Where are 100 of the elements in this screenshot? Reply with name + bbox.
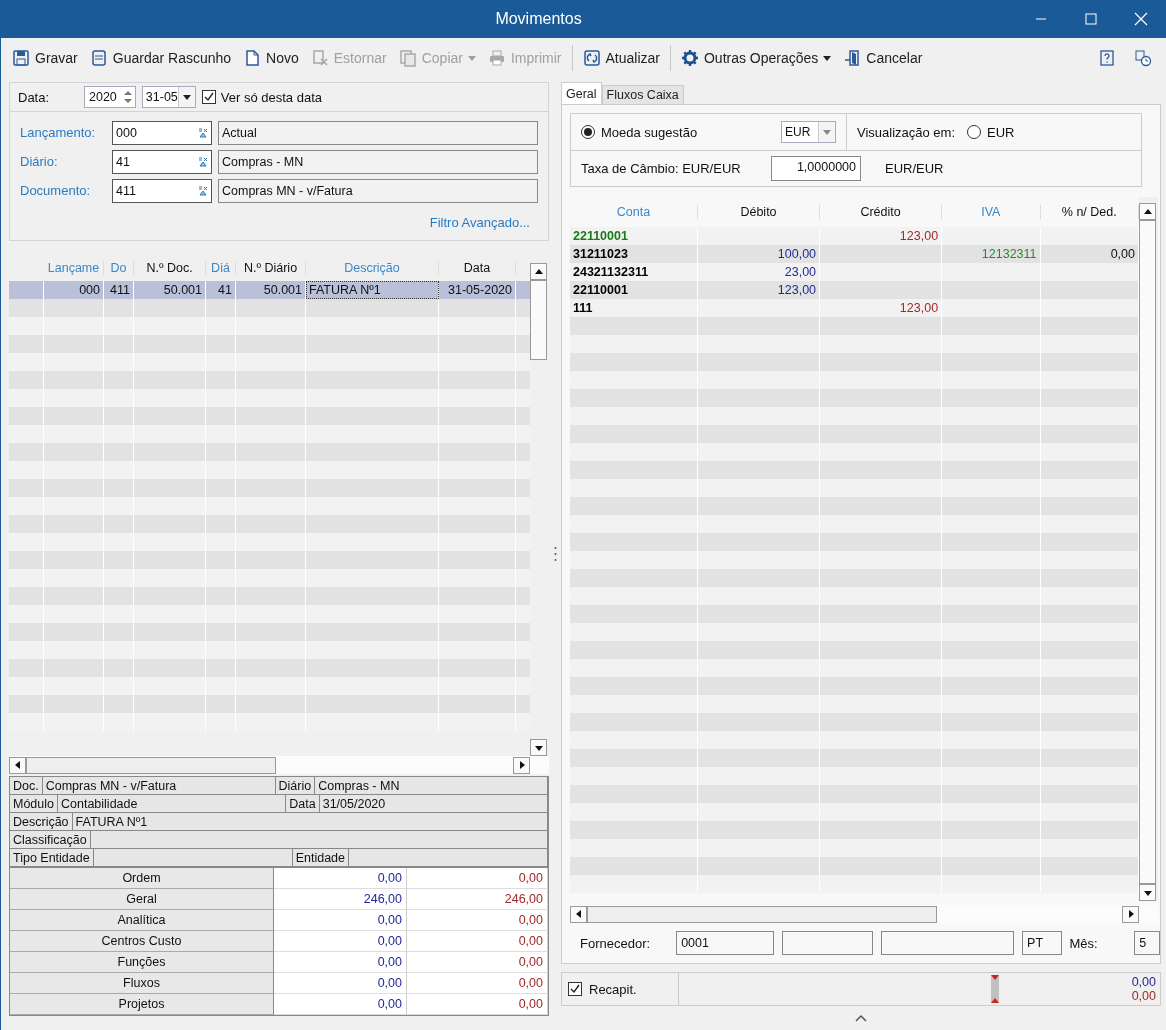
supplier-name-field[interactable] <box>880 931 1015 955</box>
toolbar-button[interactable]: Guardar Rascunho <box>84 46 237 70</box>
credit-total: 0,00 <box>407 952 548 973</box>
total-label: Funções <box>10 952 274 973</box>
info-label: Entidade <box>292 849 350 866</box>
info-value: Compras MN - v/Fatura <box>42 777 276 794</box>
country-field[interactable]: PT <box>1022 931 1062 955</box>
table-row[interactable]: 000 411 50.001 41 50.001 FATURA Nº1 31-05-2020 <box>9 281 530 299</box>
scrollbar-thumb[interactable] <box>530 280 547 360</box>
date-label: Data: <box>18 89 51 105</box>
toolbar-button[interactable]: Outras Operações <box>675 46 837 70</box>
credit-total: 0,00 <box>1131 989 1156 1003</box>
refresh-icon <box>582 49 601 67</box>
lookup-icon[interactable] <box>198 185 208 196</box>
maximize-icon[interactable] <box>1085 13 1097 25</box>
supplier-field[interactable] <box>782 931 873 955</box>
total-label: Projetos <box>10 994 274 1015</box>
info-label: Diário <box>275 777 316 794</box>
chevron-up-icon[interactable] <box>855 1014 867 1022</box>
total-label: Ordem <box>10 868 274 889</box>
credit-total: 0,00 <box>407 931 548 952</box>
date-dropdown[interactable]: 31-05 <box>141 86 196 108</box>
checkbox[interactable] <box>568 982 582 996</box>
column-header[interactable]: N.º Diário <box>236 261 306 275</box>
scrollbar-thumb[interactable] <box>26 756 276 774</box>
save-icon <box>12 49 30 67</box>
supplier-label: Fornecedor: <box>580 935 652 951</box>
debit-total: 0,00 <box>274 931 407 952</box>
view-label: Visualização em: <box>857 124 956 140</box>
lookup-icon[interactable] <box>198 156 208 167</box>
debit-total: 246,00 <box>274 889 407 910</box>
credit-total: 0,00 <box>407 868 548 889</box>
tab[interactable]: Geral <box>561 82 602 104</box>
total-label: Analítica <box>10 910 274 931</box>
info-value: Compras - MN <box>315 777 548 794</box>
copy-icon <box>398 49 417 67</box>
info-label: Descrição <box>10 813 73 830</box>
column-header[interactable]: N.º Doc. <box>134 261 206 275</box>
field-label: Diário: <box>20 154 59 169</box>
info-label: Doc. <box>10 777 43 794</box>
caret-icon[interactable] <box>182 94 191 100</box>
total-label: Centros Custo <box>10 931 274 952</box>
checkbox-label: Ver só desta data <box>220 89 322 105</box>
draft-icon <box>89 49 108 67</box>
toolbar-button[interactable]: Atualizar <box>577 46 665 70</box>
toolbar-button[interactable]: Novo <box>238 46 304 70</box>
help-icon[interactable] <box>1098 49 1116 67</box>
info-value: Contabilidade <box>58 795 287 812</box>
column-header[interactable]: Crédito <box>820 205 943 219</box>
description-field: Compras - MN <box>218 149 538 174</box>
debit-total: 0,00 <box>274 910 407 931</box>
code-field[interactable]: 000 <box>112 120 212 145</box>
field-label: Documento: <box>20 183 92 198</box>
credit-total: 246,00 <box>407 889 548 910</box>
close-icon[interactable] <box>1134 12 1148 26</box>
column-header[interactable]: IVA <box>942 205 1041 219</box>
reverse-icon <box>310 49 329 67</box>
radio-button[interactable] <box>967 125 982 139</box>
scrollbar-thumb[interactable] <box>587 905 937 923</box>
info-label: Módulo <box>10 795 58 812</box>
balance-marker-icon <box>990 975 1001 1003</box>
splitter-handle-icon[interactable] <box>553 546 557 562</box>
rate-label: Taxa de Câmbio: EUR/EUR <box>581 161 742 176</box>
currency-dropdown[interactable]: EUR <box>781 121 836 143</box>
window-title: Movimentos <box>494 10 583 28</box>
description-field: Actual <box>218 120 538 145</box>
code-field[interactable]: 41 <box>112 149 212 174</box>
advanced-filter-link[interactable]: Filtro Avançado... <box>429 215 530 230</box>
supplier-code-field[interactable]: 0001 <box>676 931 775 955</box>
caret-icon[interactable] <box>823 55 832 61</box>
column-header[interactable]: Débito <box>697 205 821 219</box>
credit-total: 0,00 <box>407 994 548 1015</box>
credit-total: 0,00 <box>407 910 548 931</box>
lookup-icon[interactable] <box>198 127 208 138</box>
toolbar-button[interactable]: Gravar <box>7 46 83 70</box>
print-icon <box>487 49 506 67</box>
radio-label: Moeda sugestão <box>601 124 698 140</box>
exchange-rate-field[interactable]: 1,0000000 <box>771 156 861 181</box>
new-icon <box>243 49 262 67</box>
total-label: Geral <box>10 889 274 910</box>
code-field[interactable]: 411 <box>112 178 212 203</box>
total-label: Fluxos <box>10 973 274 994</box>
rate-unit: EUR/EUR <box>885 161 944 176</box>
column-header[interactable]: Data <box>439 261 516 275</box>
year-spinner[interactable]: 2020 <box>84 86 136 108</box>
tab[interactable]: Fluxos Caixa <box>601 85 684 104</box>
field-label: Lançamento: <box>20 125 97 140</box>
radio-label: EUR <box>987 124 1015 140</box>
gear-icon <box>680 49 699 67</box>
checkbox[interactable] <box>201 90 216 104</box>
toolbar-button[interactable]: Cancelar <box>838 46 928 70</box>
scrollbar-thumb[interactable] <box>1139 220 1156 884</box>
debit-total: 0,00 <box>274 868 407 889</box>
clock-icon[interactable] <box>1134 49 1152 67</box>
info-label: Data <box>286 795 320 812</box>
debit-total: 0,00 <box>274 994 407 1015</box>
month-field[interactable]: 5 <box>1134 931 1160 955</box>
description-field: Compras MN - v/Fatura <box>218 178 538 203</box>
column-header[interactable]: Conta <box>570 205 698 219</box>
radio-button[interactable] <box>581 125 595 139</box>
